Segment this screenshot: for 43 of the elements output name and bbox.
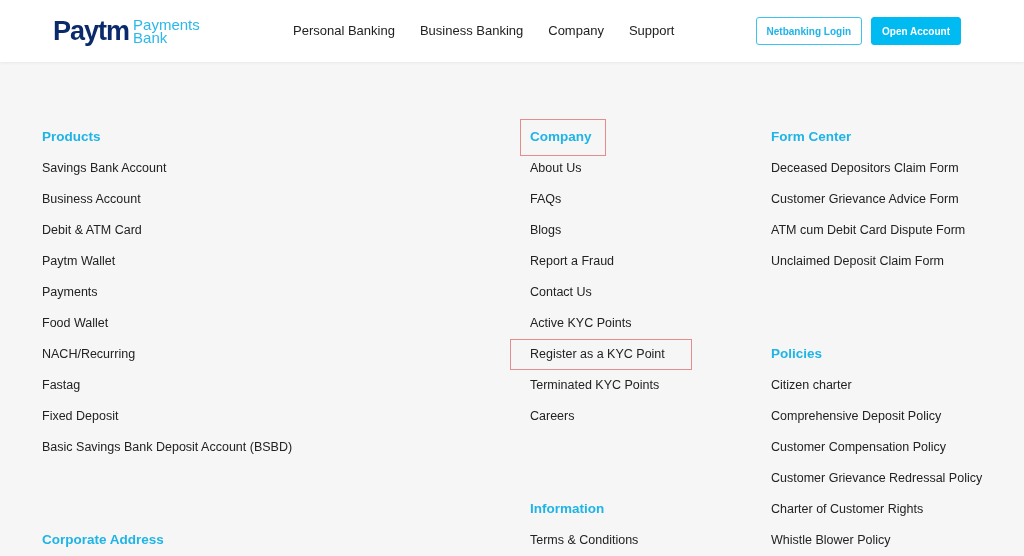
footer-link[interactable]: Payments [42,278,98,307]
nav-link[interactable]: Support [628,21,675,41]
footer-link[interactable]: Fastag [42,371,81,400]
footer-link[interactable]: ATM cum Debit Card Dispute Form [771,216,966,245]
section-heading: Form Center [771,128,852,147]
footer-link[interactable]: NACH/Recurring [42,340,136,369]
footer-link[interactable]: Careers [530,402,575,431]
footer-link[interactable]: Terms & Conditions [530,526,639,555]
footer-link[interactable]: About Us [530,154,582,183]
footer-link[interactable]: Terminated KYC Points [530,371,660,400]
footer-link[interactable]: Debit & ATM Card [42,216,142,245]
section-heading: Information [530,500,605,519]
footer-link[interactable]: Paytm Wallet [42,247,116,276]
footer-link[interactable]: Customer Compensation Policy [771,433,947,462]
logo-wordmark: Paytm [53,17,130,45]
footer-link[interactable]: Comprehensive Deposit Policy [771,402,942,431]
footer-link[interactable]: Business Account [42,185,141,214]
section-heading: Corporate Address [42,531,164,550]
nav-link[interactable]: Personal Banking [293,21,395,41]
footer-link[interactable]: Citizen charter [771,371,852,400]
section-heading: Policies [771,345,823,364]
footer-link[interactable]: Charter of Customer Rights [771,495,924,524]
section-heading: Company [520,119,606,156]
footer-link[interactable]: Savings Bank Account [42,154,167,183]
footer-link[interactable]: FAQs [530,185,562,214]
footer-link[interactable]: Blogs [530,216,562,245]
footer-link[interactable]: Whistle Blower Policy [771,526,891,555]
footer-link[interactable]: Basic Savings Bank Deposit Account (BSBD) [42,433,293,462]
footer-link[interactable]: Register as a KYC Point [510,339,692,370]
footer-link[interactable]: Food Wallet [42,309,109,338]
footer-link[interactable]: Report a Fraud [530,247,615,276]
section-heading: Products [42,128,101,147]
footer-link[interactable]: Unclaimed Deposit Claim Form [771,247,944,276]
footer-link[interactable]: Deceased Depositors Claim Form [771,154,959,183]
nav-link[interactable]: Company [548,21,604,41]
logo-tagline: Bank [133,31,168,44]
footer-link[interactable]: Fixed Deposit [42,402,119,431]
footer-link[interactable]: Customer Grievance Redressal Policy [771,464,983,493]
footer-link[interactable]: Contact Us [530,278,592,307]
footer-link[interactable]: Customer Grievance Advice Form [771,185,959,214]
logo-tagline: Payments [133,18,200,31]
footer-link[interactable]: Active KYC Points [530,309,632,338]
nav-link[interactable]: Business Banking [419,21,524,41]
